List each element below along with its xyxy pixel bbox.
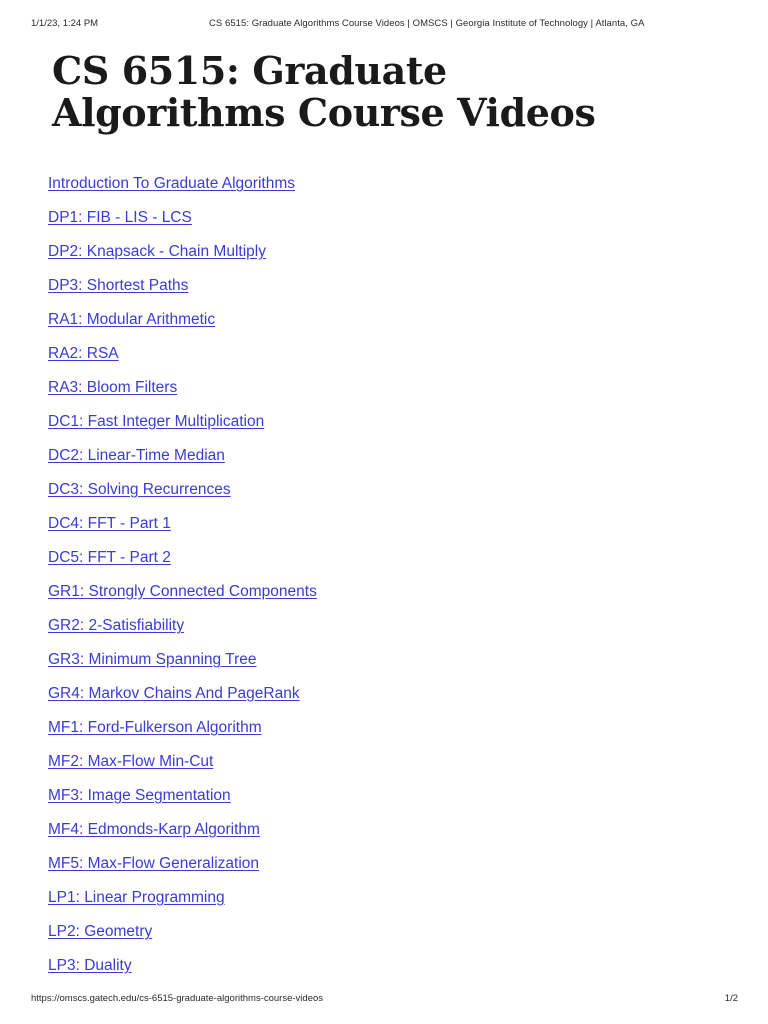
list-item: GR4: Markov Chains And PageRank <box>48 684 708 718</box>
video-link-gr1[interactable]: GR1: Strongly Connected Components <box>48 582 317 602</box>
list-item: MF3: Image Segmentation <box>48 786 708 820</box>
video-link-dc4[interactable]: DC4: FFT - Part 1 <box>48 514 171 534</box>
video-link-lp1[interactable]: LP1: Linear Programming <box>48 888 225 908</box>
list-item: DC4: FFT - Part 1 <box>48 514 708 548</box>
video-link-mf4[interactable]: MF4: Edmonds-Karp Algorithm <box>48 820 260 840</box>
list-item: MF1: Ford-Fulkerson Algorithm <box>48 718 708 752</box>
list-item: LP3: Duality <box>48 956 708 990</box>
list-item: LP1: Linear Programming <box>48 888 708 922</box>
list-item: MF5: Max-Flow Generalization <box>48 854 708 888</box>
print-footer-page-number: 1/2 <box>724 993 738 1004</box>
list-item: DC1: Fast Integer Multiplication <box>48 412 708 446</box>
list-item: MF2: Max-Flow Min-Cut <box>48 752 708 786</box>
video-link-dp2[interactable]: DP2: Knapsack - Chain Multiply <box>48 242 266 262</box>
video-link-introduction-to-graduate-algorithms[interactable]: Introduction To Graduate Algorithms <box>48 174 295 194</box>
list-item: Introduction To Graduate Algorithms <box>48 174 708 208</box>
video-link-gr3[interactable]: GR3: Minimum Spanning Tree <box>48 650 256 670</box>
print-header-document-title: CS 6515: Graduate Algorithms Course Vide… <box>209 18 645 29</box>
video-link-dc3[interactable]: DC3: Solving Recurrences <box>48 480 231 500</box>
list-item: GR1: Strongly Connected Components <box>48 582 708 616</box>
print-footer-url: https://omscs.gatech.edu/cs-6515-graduat… <box>31 993 324 1004</box>
video-link-ra3[interactable]: RA3: Bloom Filters <box>48 378 177 398</box>
video-link-dc1[interactable]: DC1: Fast Integer Multiplication <box>48 412 264 432</box>
video-link-ra1[interactable]: RA1: Modular Arithmetic <box>48 310 215 330</box>
video-link-ra2[interactable]: RA2: RSA <box>48 344 119 364</box>
video-link-lp3[interactable]: LP3: Duality <box>48 956 132 976</box>
list-item: RA3: Bloom Filters <box>48 378 708 412</box>
video-link-lp2[interactable]: LP2: Geometry <box>48 922 152 942</box>
video-link-dp1[interactable]: DP1: FIB - LIS - LCS <box>48 208 192 228</box>
video-link-gr2[interactable]: GR2: 2-Satisfiability <box>48 616 184 636</box>
course-video-link-list: Introduction To Graduate Algorithms DP1:… <box>48 174 708 990</box>
video-link-dp3[interactable]: DP3: Shortest Paths <box>48 276 188 296</box>
video-link-mf5[interactable]: MF5: Max-Flow Generalization <box>48 854 259 874</box>
list-item: RA1: Modular Arithmetic <box>48 310 708 344</box>
video-link-dc2[interactable]: DC2: Linear-Time Median <box>48 446 225 466</box>
video-link-mf1[interactable]: MF1: Ford-Fulkerson Algorithm <box>48 718 262 738</box>
list-item: DP1: FIB - LIS - LCS <box>48 208 708 242</box>
video-link-dc5[interactable]: DC5: FFT - Part 2 <box>48 548 171 568</box>
list-item: DP2: Knapsack - Chain Multiply <box>48 242 708 276</box>
list-item: DC5: FFT - Part 2 <box>48 548 708 582</box>
print-header: 1/1/23, 1:24 PM CS 6515: Graduate Algori… <box>0 17 768 31</box>
list-item: DP3: Shortest Paths <box>48 276 708 310</box>
print-header-date: 1/1/23, 1:24 PM <box>31 18 99 29</box>
list-item: GR2: 2-Satisfiability <box>48 616 708 650</box>
list-item: GR3: Minimum Spanning Tree <box>48 650 708 684</box>
video-link-mf3[interactable]: MF3: Image Segmentation <box>48 786 231 806</box>
list-item: LP2: Geometry <box>48 922 708 956</box>
video-link-mf2[interactable]: MF2: Max-Flow Min-Cut <box>48 752 213 772</box>
list-item: MF4: Edmonds-Karp Algorithm <box>48 820 708 854</box>
print-footer: https://omscs.gatech.edu/cs-6515-graduat… <box>0 992 768 1006</box>
list-item: DC3: Solving Recurrences <box>48 480 708 514</box>
list-item: DC2: Linear-Time Median <box>48 446 708 480</box>
list-item: RA2: RSA <box>48 344 708 378</box>
video-link-gr4[interactable]: GR4: Markov Chains And PageRank <box>48 684 300 704</box>
page-title: CS 6515: Graduate Algorithms Course Vide… <box>52 48 596 135</box>
